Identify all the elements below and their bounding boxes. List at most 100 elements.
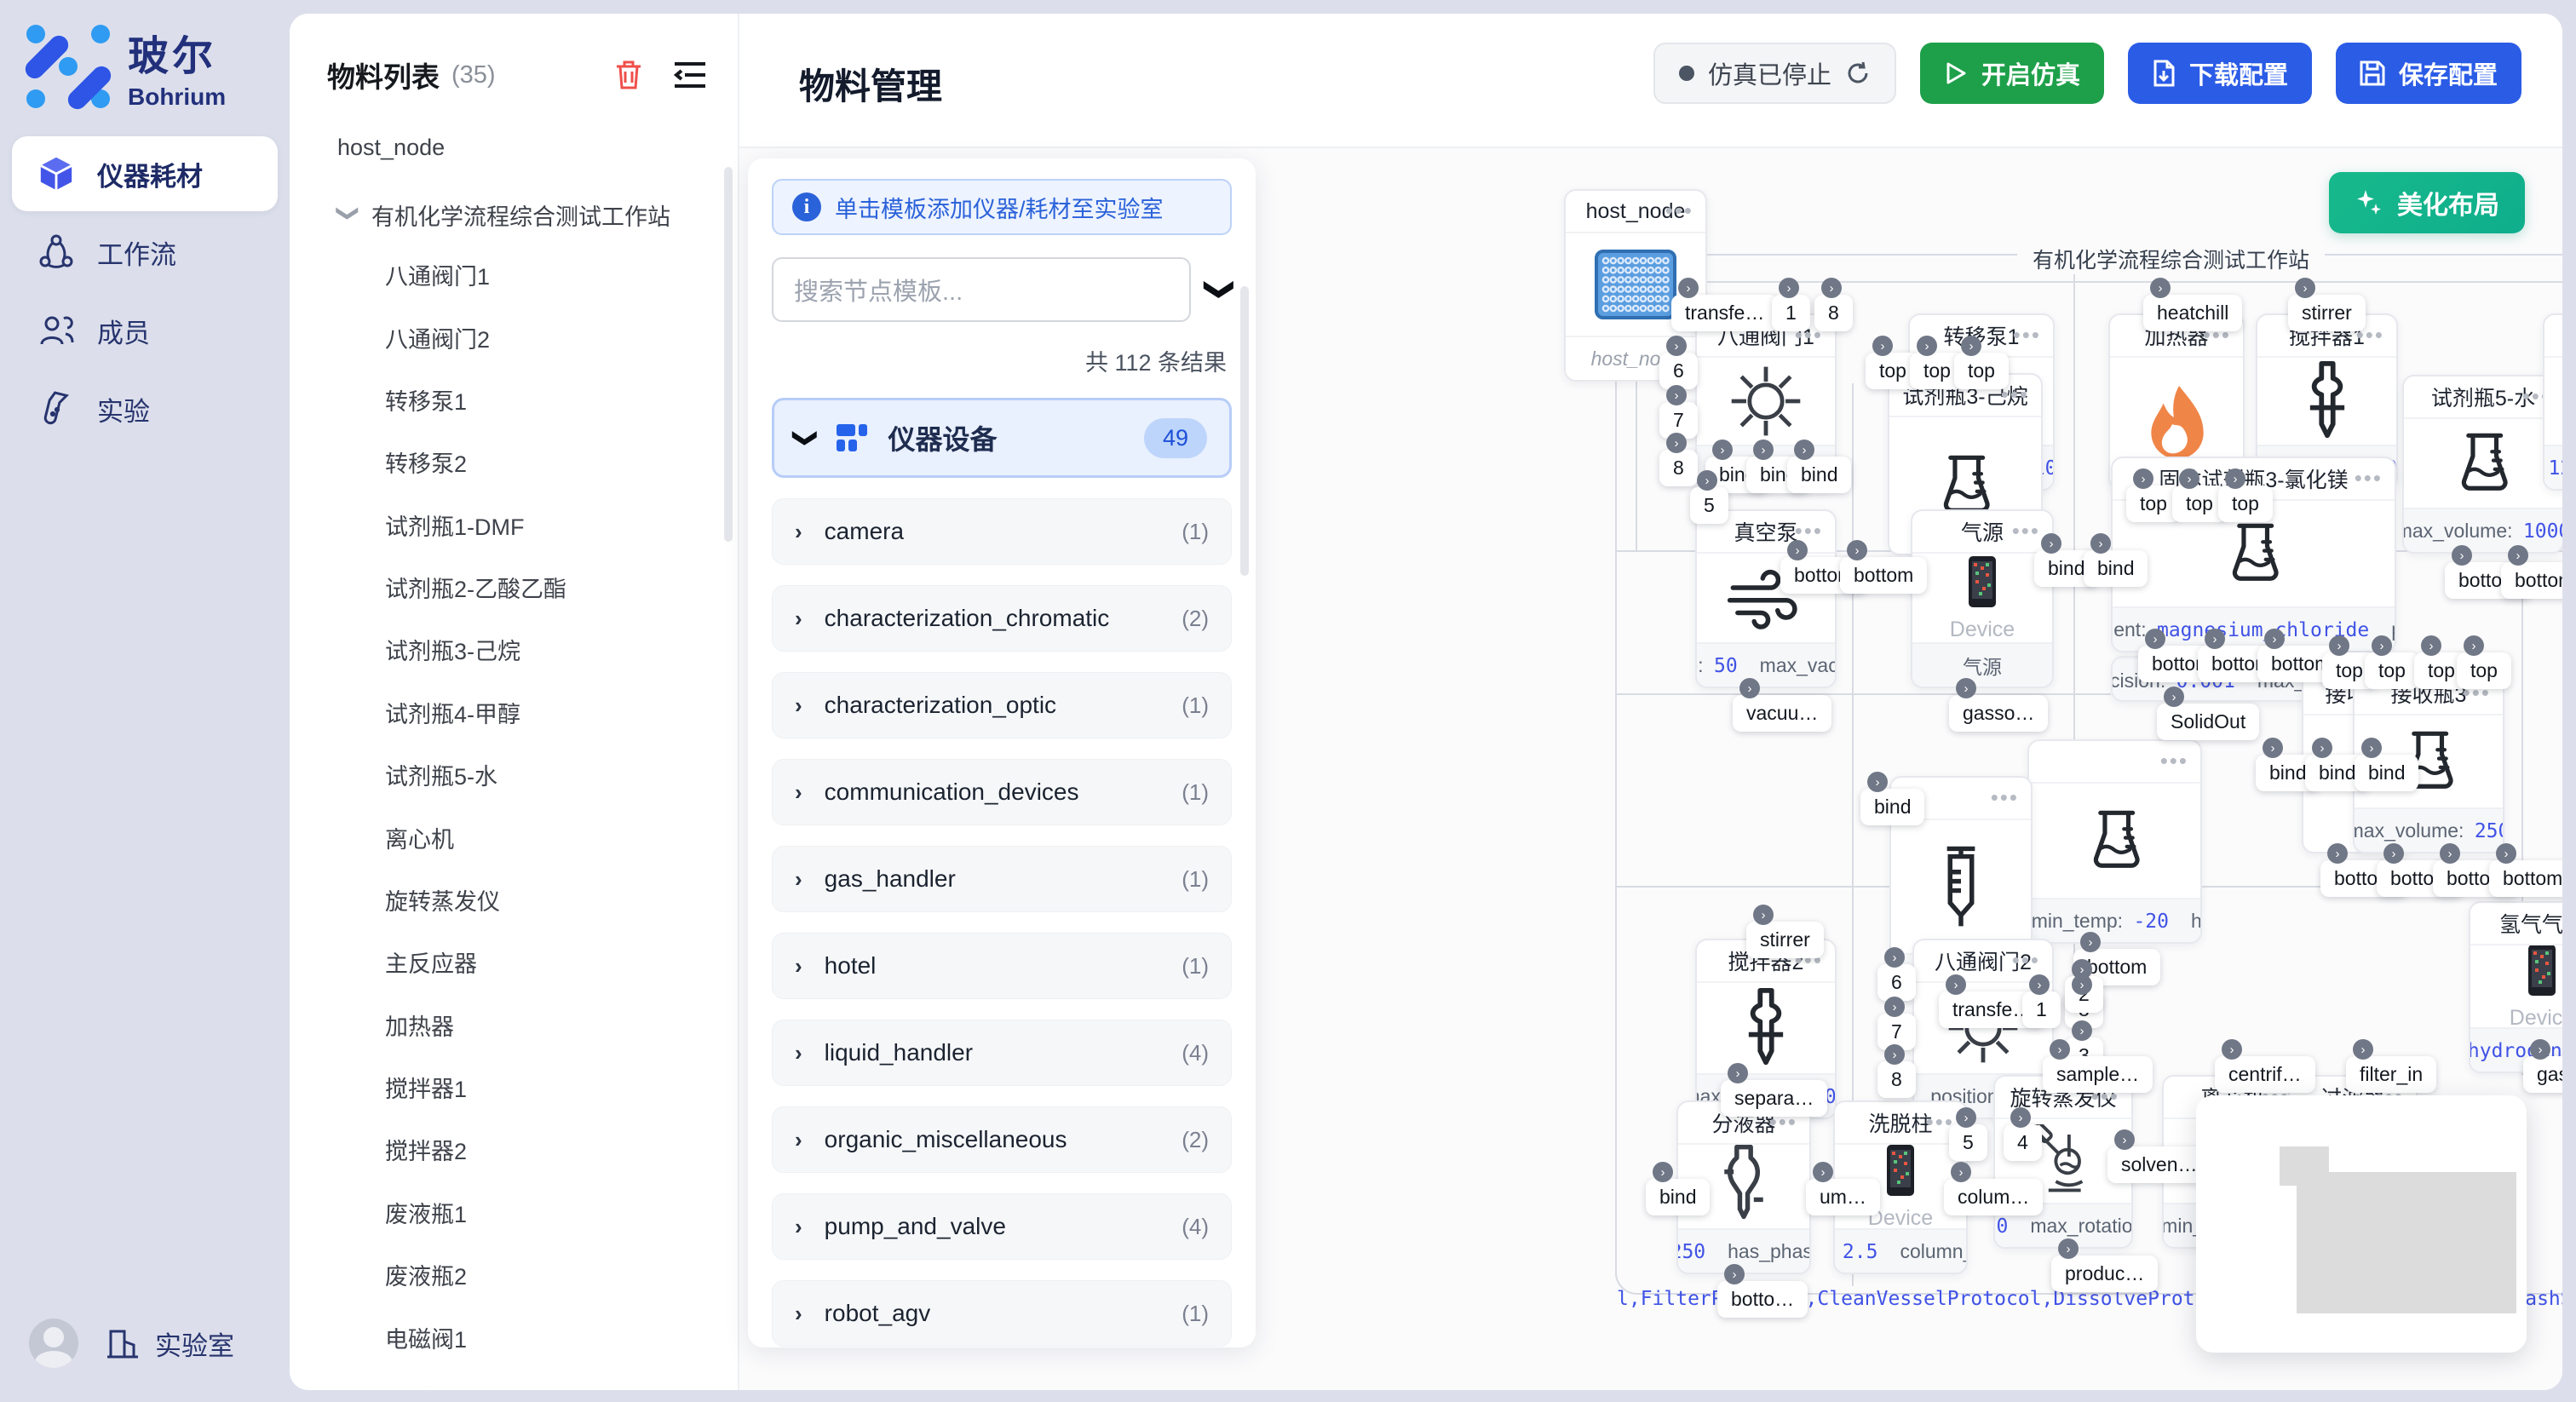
tree-item[interactable]: 离心机: [337, 806, 738, 868]
port-dot[interactable]: ›: [1712, 440, 1733, 460]
port-dot[interactable]: ›: [2133, 468, 2153, 489]
tree-item[interactable]: 试剂瓶5-水: [337, 744, 738, 806]
port-dot[interactable]: ›: [1678, 278, 1699, 298]
port-dot[interactable]: ›: [2383, 843, 2404, 864]
template-item-characterization_chromatic[interactable]: ›characterization_chromatic(2): [772, 585, 1232, 652]
port-dot[interactable]: ›: [1779, 278, 1799, 298]
port-dot[interactable]: ›: [1956, 1107, 1976, 1128]
port-dot[interactable]: ›: [2058, 1238, 2079, 1259]
template-item-pump_and_valve[interactable]: ›pump_and_valve(4): [772, 1193, 1232, 1260]
delete-icon[interactable]: [613, 59, 644, 91]
collapse-panel-chevron-icon[interactable]: ❯: [1203, 278, 1237, 302]
port-dot[interactable]: ›: [1956, 678, 1976, 698]
node-menu-icon[interactable]: •••: [1991, 784, 2019, 811]
tree-item[interactable]: 电磁阀2: [337, 1369, 738, 1390]
template-scrollbar[interactable]: [1240, 286, 1249, 576]
template-item-gas_handler[interactable]: ›gas_handler(1): [772, 846, 1232, 912]
tree-item[interactable]: 试剂瓶3-己烷: [337, 618, 738, 681]
template-item-robot_agv[interactable]: ›robot_agv(1): [772, 1280, 1232, 1347]
tree-root-host-node[interactable]: host_node: [337, 121, 738, 187]
sidebar-item-3[interactable]: 实验: [12, 371, 278, 446]
port-dot[interactable]: ›: [2372, 635, 2392, 656]
port-dot[interactable]: ›: [2225, 468, 2245, 489]
tree-item[interactable]: 八通阀门2: [337, 306, 738, 368]
sidebar-item-lab[interactable]: 实验室: [104, 1324, 234, 1363]
node-menu-icon[interactable]: •••: [2013, 322, 2041, 348]
port-dot[interactable]: ›: [2530, 1039, 2550, 1060]
port-dot[interactable]: ›: [2145, 629, 2165, 649]
port-dot[interactable]: ›: [2114, 1129, 2135, 1150]
port-dot[interactable]: ›: [2327, 843, 2348, 864]
tree-item[interactable]: 加热器: [337, 994, 738, 1056]
minimap[interactable]: [2196, 1095, 2527, 1353]
tree-item[interactable]: 试剂瓶1-DMF: [337, 494, 738, 556]
port-dot[interactable]: ›: [1728, 1063, 1748, 1083]
node-电磁阀1[interactable]: 电磁阀1•••Devicevoltage: 12response_time: 0…: [2543, 313, 2562, 491]
tree-item[interactable]: 电磁阀1: [337, 1306, 738, 1368]
sidebar-item-2[interactable]: 成员: [12, 293, 278, 368]
save-config-button[interactable]: 保存配置: [2336, 43, 2521, 104]
port-dot[interactable]: ›: [2041, 533, 2061, 554]
port-dot[interactable]: ›: [1666, 385, 1687, 405]
port-dot[interactable]: ›: [2452, 545, 2472, 566]
node-menu-icon[interactable]: •••: [2160, 748, 2188, 774]
tree-item[interactable]: 试剂瓶4-甲醇: [337, 681, 738, 744]
port-dot[interactable]: ›: [2353, 1039, 2373, 1060]
port-dot[interactable]: ›: [2050, 1039, 2070, 1060]
template-item-liquid_handler[interactable]: ›liquid_handler(4): [772, 1020, 1232, 1086]
material-scrollbar[interactable]: [724, 167, 733, 542]
tree-item[interactable]: 转移泵1: [337, 369, 738, 431]
tree-item[interactable]: 八通阀门1: [337, 244, 738, 306]
port-dot[interactable]: ›: [1946, 974, 1966, 995]
node-menu-icon[interactable]: •••: [2012, 518, 2040, 544]
port-dot[interactable]: ›: [2010, 1107, 2031, 1128]
tree-item[interactable]: 搅拌器2: [337, 1118, 738, 1181]
port-dot[interactable]: ›: [1884, 1044, 1905, 1065]
node-试剂瓶5-水[interactable]: 试剂瓶5-水•••max_volume: 1000: [2402, 375, 2562, 554]
node-真空泵[interactable]: 真空泵•••pump_rate: 50max_vacuum: 0.1: [1695, 509, 1837, 688]
tree-item[interactable]: 旋转蒸发仪: [337, 869, 738, 931]
port-dot[interactable]: ›: [1653, 1162, 1673, 1182]
port-dot[interactable]: ›: [2205, 629, 2225, 649]
tree-item[interactable]: 废液瓶2: [337, 1244, 738, 1306]
template-item-characterization_optic[interactable]: ›characterization_optic(1): [772, 672, 1232, 738]
category-instruments[interactable]: ❯ 仪器设备 49: [772, 398, 1232, 478]
port-dot[interactable]: ›: [1847, 540, 1867, 560]
port-dot[interactable]: ›: [1872, 336, 1893, 356]
sidebar-item-1[interactable]: 工作流: [12, 215, 278, 290]
port-dot[interactable]: ›: [1724, 1264, 1745, 1284]
tree-item[interactable]: 转移泵2: [337, 431, 738, 493]
port-dot[interactable]: ›: [1739, 678, 1760, 698]
port-dot[interactable]: ›: [2179, 468, 2199, 489]
port-dot[interactable]: ›: [1884, 947, 1905, 968]
collapse-list-icon[interactable]: [673, 60, 707, 89]
tree-item[interactable]: 废液瓶1: [337, 1181, 738, 1244]
port-dot[interactable]: ›: [1867, 772, 1888, 792]
template-item-organic_miscellaneous[interactable]: ›organic_miscellaneous(2): [772, 1106, 1232, 1173]
port-dot[interactable]: ›: [2264, 629, 2285, 649]
sim-status-chip[interactable]: 仿真已停止: [1653, 43, 1896, 104]
port-dot[interactable]: ›: [2080, 932, 2101, 952]
port-dot[interactable]: ›: [1666, 336, 1687, 356]
port-dot[interactable]: ›: [1697, 470, 1717, 491]
node-menu-icon[interactable]: •••: [2012, 947, 2040, 974]
node-menu-icon[interactable]: •••: [2355, 465, 2383, 491]
port-dot[interactable]: ›: [2072, 959, 2092, 980]
tree-group-workstation[interactable]: ❯ 有机化学流程综合测试工作站: [337, 187, 738, 244]
port-dot[interactable]: ›: [2295, 278, 2315, 298]
beautify-layout-button[interactable]: 美化布局: [2329, 172, 2525, 233]
template-item-camera[interactable]: ›camera(1): [772, 498, 1232, 565]
port-dot[interactable]: ›: [2263, 738, 2283, 758]
node-menu-icon[interactable]: •••: [1665, 198, 1693, 224]
start-simulation-button[interactable]: 开启仿真: [1920, 43, 2104, 104]
download-config-button[interactable]: 下载配置: [2128, 43, 2312, 104]
port-dot[interactable]: ›: [1917, 336, 1937, 356]
node-card[interactable]: •••…: 200min_temp: -20has_heat…: [2027, 739, 2202, 944]
node-气源[interactable]: 气源•••Device气源: [1911, 509, 2054, 688]
tree-item[interactable]: 试剂瓶2-乙酸乙酯: [337, 556, 738, 618]
sidebar-item-0[interactable]: 仪器耗材: [12, 136, 278, 211]
port-dot[interactable]: ›: [1821, 278, 1842, 298]
port-dot[interactable]: ›: [2029, 974, 2050, 995]
port-dot[interactable]: ›: [2312, 738, 2332, 758]
port-dot[interactable]: ›: [1961, 336, 1981, 356]
